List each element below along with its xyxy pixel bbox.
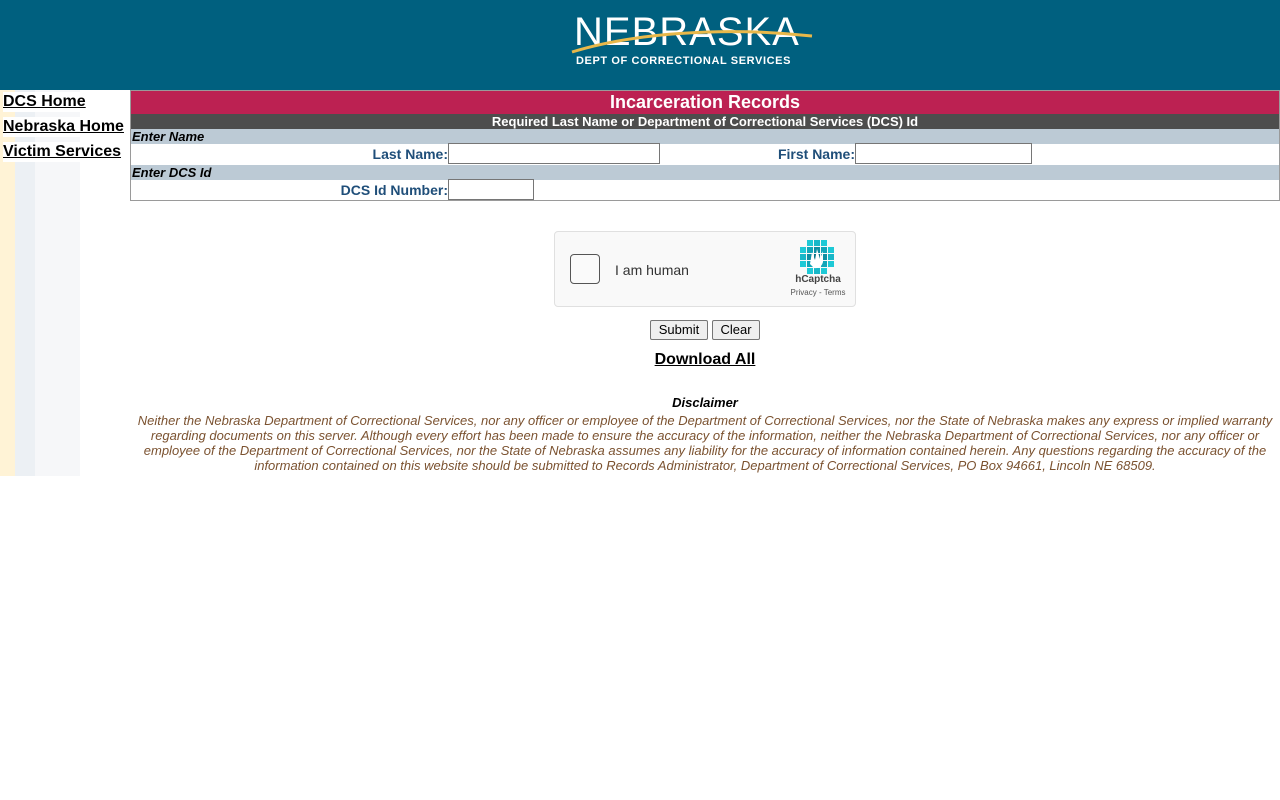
captcha-label: I am human (615, 262, 689, 278)
clear-button[interactable]: Clear (712, 320, 760, 340)
hcaptcha-logo-icon (800, 240, 834, 274)
submit-button[interactable]: Submit (650, 320, 708, 340)
first-name-label: First Name: (777, 146, 855, 162)
form-title: Incarceration Records (131, 91, 1279, 114)
logo-subtitle: DEPT OF CORRECTIONAL SERVICES (576, 55, 792, 67)
captcha-checkbox[interactable] (570, 254, 600, 284)
dcs-id-label: DCS Id Number: (340, 182, 448, 198)
sidebar: DCS Home Nebraska Home Victim Services (0, 90, 130, 476)
sidebar-link-victim-services[interactable]: Victim Services (3, 142, 124, 162)
site-header: NEBRASKA DEPT OF CORRECTIONAL SERVICES (0, 0, 1280, 90)
last-name-input[interactable] (448, 143, 660, 164)
captcha-brand: hCaptcha (795, 274, 841, 285)
section-enter-name: Enter Name (131, 129, 1279, 144)
logo-swoosh-icon (571, 30, 813, 54)
section-enter-dcs-id: Enter DCS Id (131, 165, 1279, 180)
first-name-input[interactable] (855, 143, 1032, 164)
search-form: Incarceration Records Required Last Name… (130, 90, 1280, 201)
download-all-link[interactable]: Download All (0, 351, 1280, 369)
captcha-privacy-terms-link[interactable]: Privacy - Terms (787, 288, 849, 297)
sidebar-link-nebraska-home[interactable]: Nebraska Home (3, 117, 126, 137)
dcs-id-input[interactable] (448, 179, 534, 200)
captcha-widget: I am human hCaptcha Privacy - Terms (554, 231, 856, 307)
last-name-label: Last Name: (372, 146, 448, 162)
disclaimer-body: Neither the Nebraska Department of Corre… (137, 413, 1273, 473)
form-subtitle: Required Last Name or Department of Corr… (131, 114, 1279, 129)
sidebar-link-dcs-home[interactable]: DCS Home (3, 92, 88, 112)
nebraska-logo[interactable]: NEBRASKA DEPT OF CORRECTIONAL SERVICES (560, 8, 830, 72)
disclaimer-title: Disclaimer (672, 395, 738, 410)
